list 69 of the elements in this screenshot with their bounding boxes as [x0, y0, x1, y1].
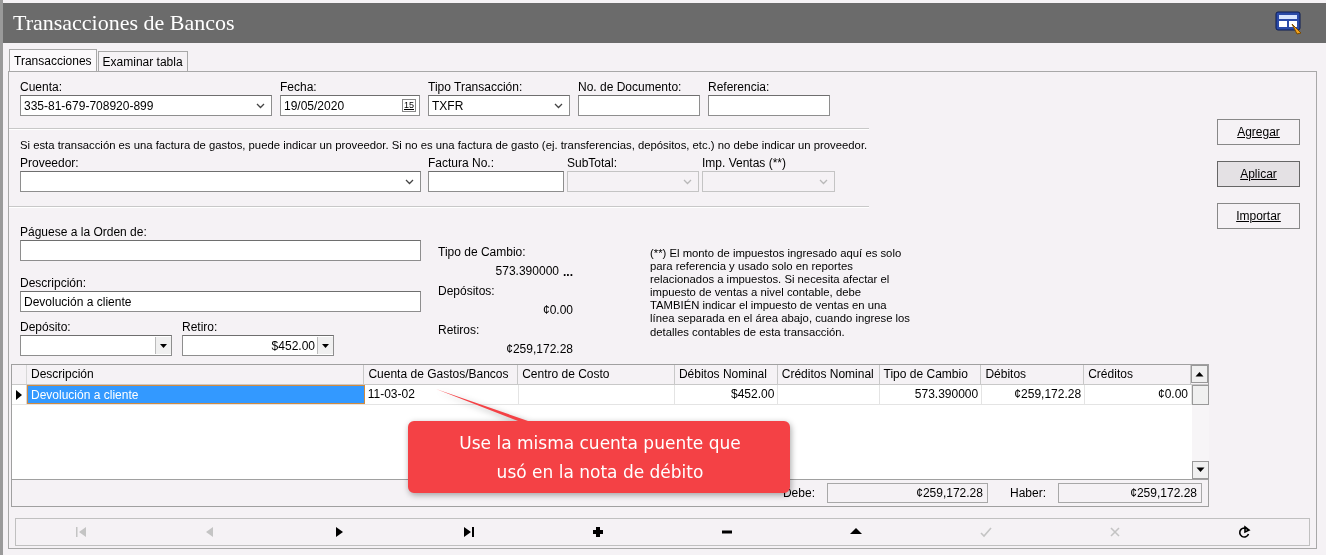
- window-title: Transacciones de Bancos: [13, 10, 235, 36]
- calendar-button[interactable]: 15: [402, 99, 416, 112]
- dropdown[interactable]: TXFR: [428, 95, 570, 116]
- field-label: Imp. Ventas (**): [702, 156, 788, 171]
- arrow-down-icon: [1196, 467, 1205, 473]
- chevron-icon: [256, 102, 265, 109]
- action-button[interactable]: Importar: [1217, 203, 1300, 229]
- field-label: Descripción:: [20, 276, 88, 291]
- field-label: Retiro:: [182, 320, 219, 335]
- input-field[interactable]: [20, 240, 421, 261]
- table-cell: ¢259,172.28: [982, 385, 1086, 404]
- withdrawals-label: Retiros:: [438, 323, 481, 338]
- input-field[interactable]: [578, 95, 700, 116]
- more-button[interactable]: ...: [559, 264, 573, 280]
- field-label: Cuenta:: [20, 80, 64, 95]
- field-label: Páguese a la Orden de:: [20, 225, 148, 240]
- dropdown[interactable]: [20, 171, 421, 192]
- scroll-up-button[interactable]: [1191, 365, 1208, 383]
- arrow-up-icon: [1195, 371, 1204, 377]
- dropdown[interactable]: 335-81-679-708920-899: [20, 95, 272, 116]
- nav-last-icon[interactable]: [461, 525, 476, 539]
- chevron-icon: [683, 178, 692, 185]
- table-cell: Devolución a cliente: [27, 385, 365, 404]
- column-header[interactable]: Débitos: [981, 365, 1085, 384]
- field-label: Fecha:: [280, 80, 318, 95]
- column-header[interactable]: Créditos Nominal: [777, 365, 880, 384]
- table-icon: [1274, 10, 1304, 36]
- table-cell: 573.390000: [880, 385, 983, 404]
- field-label: SubTotal:: [567, 156, 619, 171]
- chevron-icon: [819, 178, 828, 185]
- nav-add-icon[interactable]: [590, 525, 605, 539]
- withdrawals-value: ¢259,172.28: [506, 342, 573, 358]
- table-cell: $452.00: [675, 385, 779, 404]
- callout-text: Use la misma cuenta puente que usó en la nota de débito: [458, 432, 742, 484]
- column-header[interactable]: Tipo de Cambio: [879, 365, 982, 384]
- column-header[interactable]: Descripción: [27, 365, 365, 384]
- exchange-value: 573.390000: [495, 264, 559, 280]
- chevron-icon: [405, 178, 414, 185]
- chevron-icon: [554, 102, 563, 109]
- vendor-note: Si esta transacción es una factura de gastos, puede indicar un proveedor. Si no es una factura de gasto (ej. transferencias, depósitos, etc.) no debe indicar un proveedor.: [20, 139, 869, 151]
- exchange-label: Tipo de Cambio:: [438, 245, 527, 260]
- tab[interactable]: Examinar tabla: [97, 51, 188, 71]
- input-field[interactable]: Devolución a cliente: [20, 291, 421, 312]
- field-label: Depósito:: [20, 320, 72, 335]
- input-field[interactable]: [708, 95, 830, 116]
- tab[interactable]: Transacciones: [9, 49, 97, 71]
- action-button[interactable]: Aplicar: [1217, 161, 1300, 187]
- column-header[interactable]: Centro de Costo: [518, 365, 675, 384]
- nav-refresh-icon[interactable]: [1237, 525, 1252, 539]
- total-field: ¢259,172.28: [826, 483, 988, 503]
- field-label: Tipo Transacción:: [428, 80, 524, 95]
- input-field[interactable]: [428, 171, 564, 192]
- date-field[interactable]: 19/05/2020 15: [280, 95, 420, 116]
- field-label: No. de Documento:: [578, 80, 683, 95]
- tax-note: (**) El monto de impuestos ingresado aquí es solo para referencia y usado solo en reportes relacionados a impuestos. Si necesita afectar el impuesto de ventas a nivel contable, debe TAMBIÉN indicar el impuesto de ventas en una línea separada en el área abajo, cuando ingrese los detalles contables de esta transacción.: [650, 247, 912, 340]
- deposits-value: ¢0.00: [542, 303, 573, 319]
- scroll-down-button[interactable]: [1192, 461, 1209, 479]
- scroll-thumb[interactable]: [1192, 385, 1209, 405]
- field-label: Referencia:: [708, 80, 771, 95]
- field-label: Factura No.:: [428, 156, 496, 171]
- column-header[interactable]: Cuenta de Gastos/Bancos: [364, 365, 519, 384]
- column-header[interactable]: Débitos Nominal: [674, 365, 778, 384]
- dropdown[interactable]: [20, 335, 172, 356]
- deposits-label: Depósitos:: [438, 284, 496, 299]
- dropdown[interactable]: $452.00: [182, 335, 334, 356]
- total-field: ¢259,172.28: [1058, 483, 1202, 503]
- action-button[interactable]: Agregar: [1217, 119, 1300, 145]
- total-label: Haber:: [1009, 486, 1046, 500]
- field-label: Proveedor:: [20, 156, 80, 171]
